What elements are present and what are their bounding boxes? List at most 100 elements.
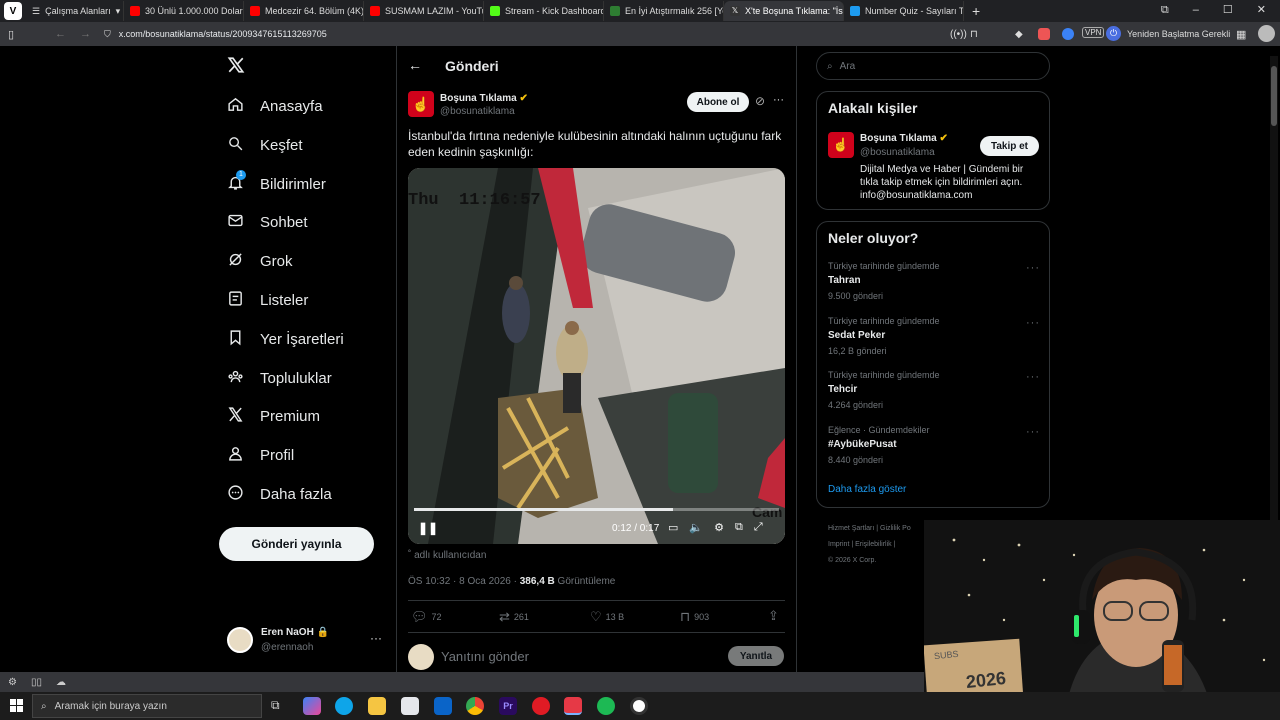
- author-avatar[interactable]: ☝: [408, 91, 434, 117]
- tab-kick[interactable]: Stream - Kick Dashboard: [484, 1, 604, 21]
- minimize-icon[interactable]: –: [1193, 0, 1199, 20]
- settings-gear-icon[interactable]: ⚙: [8, 677, 17, 688]
- trend-more-icon[interactable]: ···: [1026, 262, 1040, 274]
- trend-item[interactable]: Türkiye tarihinde gündemde Tahran 9.500 gö…: [828, 261, 940, 301]
- extension-icon[interactable]: [1038, 28, 1050, 40]
- trend-more-icon[interactable]: ···: [1026, 426, 1040, 438]
- trend-item[interactable]: Türkiye tarihinde gündemde Sedat Peker 16,…: [828, 316, 940, 356]
- restart-required-label[interactable]: Yeniden Başlatma Gerekli: [1127, 29, 1230, 39]
- sidebar-item-daha-fazla[interactable]: Daha fazla: [227, 484, 332, 505]
- video-player[interactable]: Thu 11:16:57 Cam ❚❚ 0:12 / 0:17 ▭ 🔈 ⚙ ⧉ …: [408, 168, 785, 544]
- account-menu-icon[interactable]: ···: [370, 631, 382, 645]
- taskbar-search-input[interactable]: ⌕ Aramak için buraya yazın: [32, 694, 262, 718]
- tab-workspaces[interactable]: ☰ Çalışma Alanları ▾: [26, 1, 124, 21]
- sidebar-item-yer-i-aretleri[interactable]: Yer İşaretleri: [227, 329, 344, 350]
- account-avatar[interactable]: [227, 627, 253, 653]
- back-arrow-icon[interactable]: ←: [408, 57, 422, 73]
- tab-youtube-3[interactable]: SUSMAM LAZIM - YouTube: [364, 1, 484, 21]
- outlook-icon[interactable]: [434, 697, 452, 715]
- sidebar-item-sohbet[interactable]: Sohbet: [227, 212, 308, 233]
- related-name[interactable]: Boşuna Tıklama ✔: [860, 133, 948, 144]
- file-explorer-icon[interactable]: [368, 697, 386, 715]
- reply-action[interactable]: 💬︎ 72: [411, 609, 442, 625]
- close-icon[interactable]: ✕: [1257, 0, 1266, 20]
- subscribe-button[interactable]: Abone ol: [687, 92, 749, 112]
- related-avatar[interactable]: ☝: [828, 132, 854, 158]
- sidebar-item-anasayfa[interactable]: Anasayfa: [227, 96, 323, 117]
- maximize-icon[interactable]: ☐: [1223, 0, 1233, 20]
- post-more-icon[interactable]: ···: [773, 94, 784, 106]
- search-icon: ⌕: [41, 700, 47, 712]
- captions-icon[interactable]: ▭: [668, 521, 678, 534]
- bell-icon: 1: [227, 169, 246, 195]
- avatar[interactable]: [1258, 25, 1275, 42]
- show-more-link[interactable]: Daha fazla göster: [828, 484, 906, 495]
- account-name[interactable]: Eren NaOH 🔒: [261, 627, 329, 638]
- chrome-icon[interactable]: [466, 697, 484, 715]
- repost-action[interactable]: ⇄ 261: [499, 609, 529, 625]
- new-tab-icon[interactable]: +: [972, 3, 980, 19]
- follow-button[interactable]: Takip et: [980, 136, 1039, 156]
- task-view-icon[interactable]: ⧉: [271, 698, 280, 713]
- settings-gear-icon[interactable]: ⚙: [714, 521, 724, 534]
- tab-x-post[interactable]: 𝕏X'te Boşuna Tıklama: "İstan: [724, 1, 844, 21]
- pause-icon[interactable]: ❚❚: [418, 521, 438, 535]
- spotify-icon[interactable]: [597, 697, 615, 715]
- tab-snacks[interactable]: En İyi Atıştırmalık 256 [Yeni]: [604, 1, 724, 21]
- copilot-icon[interactable]: [303, 697, 321, 715]
- site-icon: [850, 6, 860, 16]
- opera-icon[interactable]: [532, 697, 550, 715]
- forward-icon[interactable]: →: [80, 28, 91, 40]
- sidebar-item-label: Listeler: [260, 292, 309, 309]
- like-action[interactable]: ♡ 13 B: [590, 609, 624, 625]
- grok-icon[interactable]: ⊘: [755, 94, 765, 108]
- scrollbar-thumb[interactable]: [1271, 66, 1277, 126]
- premiere-icon[interactable]: Pr: [499, 697, 517, 715]
- trend-more-icon[interactable]: ···: [1026, 371, 1040, 383]
- tab-youtube-2[interactable]: Medcezir 64. Bölüm (4K) - ...: [244, 1, 364, 21]
- sidebar-item-bildirimler[interactable]: 1 Bildirimler: [227, 169, 326, 195]
- extension-icon[interactable]: [1062, 28, 1074, 40]
- reply-input[interactable]: Yanıtını gönder: [441, 649, 529, 664]
- cloud-sync-icon[interactable]: ☁: [56, 677, 66, 688]
- panel-toggle-icon[interactable]: ▯: [8, 28, 14, 41]
- calendar-icon[interactable]: ▦: [1236, 28, 1246, 41]
- sidebar-item-topluluklar[interactable]: Topluluklar: [227, 368, 332, 389]
- url-field[interactable]: ⛉ x.com/bosunatiklama/status/20093476151…: [104, 25, 984, 43]
- sidebar-item-listeler[interactable]: Listeler: [227, 290, 308, 311]
- sidebar-item-profil[interactable]: Profil: [227, 445, 294, 466]
- volume-icon[interactable]: 🔈: [689, 521, 703, 534]
- edge-icon[interactable]: [335, 697, 353, 715]
- sidebar-item-ke-fet[interactable]: Keşfet: [227, 135, 303, 156]
- author-name[interactable]: Boşuna Tıklama ✔: [440, 93, 528, 104]
- fullscreen-icon[interactable]: ⤢: [754, 521, 763, 534]
- sidebar-item-grok[interactable]: Grok: [227, 251, 293, 272]
- vivaldi-icon[interactable]: [564, 697, 582, 715]
- footer-links[interactable]: Hizmet Şartları | Gizlilik Po Imprint | …: [828, 521, 911, 569]
- sidebar-item-premium[interactable]: Premium: [227, 406, 320, 427]
- trend-item[interactable]: Eğlence · Gündemdekiler #AybükePusat 8.440…: [828, 425, 930, 465]
- store-icon[interactable]: [401, 697, 419, 715]
- x-logo[interactable]: [227, 56, 245, 79]
- tiling-icon[interactable]: ▯▯: [31, 677, 42, 688]
- share-icon[interactable]: ⇪: [768, 608, 779, 624]
- pip-icon[interactable]: ⧉: [735, 521, 743, 534]
- trend-more-icon[interactable]: ···: [1026, 317, 1040, 329]
- extension-icon[interactable]: ◆: [1015, 29, 1023, 40]
- trend-item[interactable]: Türkiye tarihinde gündemde Tehcir 4.264 gö…: [828, 370, 940, 410]
- video-progress-track[interactable]: [414, 508, 779, 511]
- windows-start-icon[interactable]: [10, 699, 23, 712]
- tab-number-quiz[interactable]: Number Quiz - Sayıları Tah...: [844, 1, 964, 21]
- bookmark-page-icon[interactable]: ⊓: [970, 29, 978, 40]
- bookmark-action[interactable]: ⊓ 903: [680, 609, 709, 625]
- reply-button[interactable]: Yanıtla: [728, 646, 784, 666]
- vpn-button[interactable]: VPN: [1082, 27, 1105, 38]
- tab-youtube-1[interactable]: 30 Ünlü 1.000.000 Dolar için...: [124, 1, 244, 21]
- tab-overview-icon[interactable]: ⧉: [1161, 0, 1169, 20]
- search-input[interactable]: ⌕ Ara: [816, 52, 1050, 80]
- post-compose-button[interactable]: Gönderi yayınla: [219, 527, 374, 561]
- vivaldi-menu-icon[interactable]: V: [4, 2, 22, 20]
- obs-icon[interactable]: [630, 697, 648, 715]
- back-icon[interactable]: ←: [55, 28, 66, 40]
- broadcast-icon[interactable]: ((•)): [950, 29, 967, 40]
